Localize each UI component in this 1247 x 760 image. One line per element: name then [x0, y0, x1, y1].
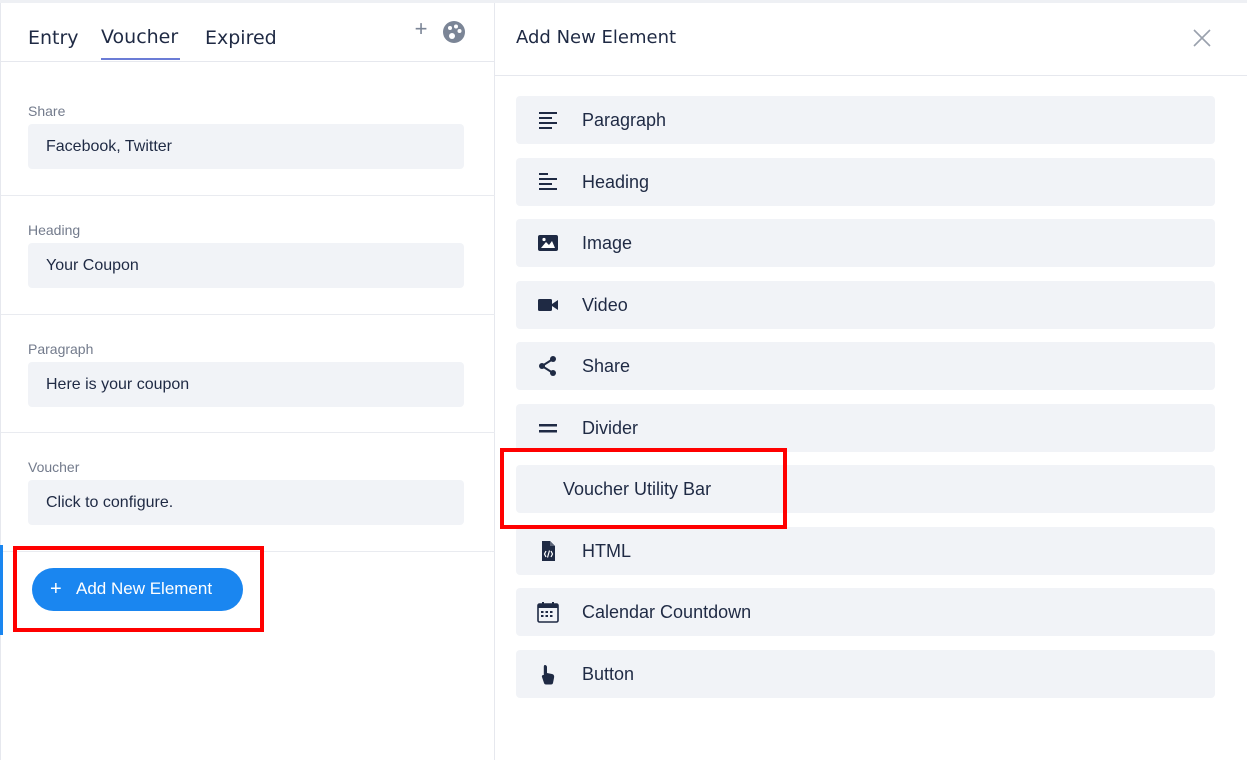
tab-entry[interactable]: Entry [28, 16, 79, 60]
element-label: Button [582, 664, 635, 684]
active-indicator [0, 545, 3, 635]
tab-voucher[interactable]: Voucher [101, 16, 180, 60]
highlight-frame [500, 448, 787, 529]
divider-icon [537, 417, 559, 439]
element-label: Video [582, 295, 628, 315]
add-new-element-label: Add New Element [76, 579, 213, 598]
element-button[interactable]: Button [516, 650, 1215, 698]
heading-section: Heading Your Coupon [1, 196, 495, 315]
element-html[interactable]: HTML [516, 527, 1215, 575]
element-image[interactable]: Image [516, 219, 1215, 267]
element-label: HTML [582, 541, 631, 561]
image-icon [537, 232, 559, 254]
voucher-field[interactable]: Click to configure. [28, 480, 464, 525]
close-icon[interactable] [1191, 27, 1213, 49]
element-label: Calendar Countdown [582, 602, 752, 622]
add-new-element-button[interactable]: + Add New Element [32, 568, 243, 611]
dialog-title: Add New Element [516, 27, 677, 48]
element-calendar-countdown[interactable]: Calendar Countdown [516, 588, 1215, 636]
tab-bar: Entry Voucher Expired + [1, 3, 495, 62]
element-video[interactable]: Video [516, 281, 1215, 329]
plus-icon: + [50, 578, 62, 600]
voucher-section: Voucher Click to configure. [1, 433, 495, 552]
element-label: Divider [582, 418, 639, 438]
dialog-header: Add New Element [495, 3, 1247, 76]
voucher-label: Voucher [28, 459, 80, 475]
heading-label: Heading [28, 222, 81, 238]
paragraph-field[interactable]: Here is your coupon [28, 362, 464, 407]
palette-icon[interactable] [442, 20, 466, 44]
paragraph-section: Paragraph Here is your coupon [1, 315, 495, 433]
share-label: Share [28, 103, 66, 119]
element-divider[interactable]: Divider [516, 404, 1215, 452]
add-element-dialog: Add New Element Paragraph Heading Image … [495, 3, 1247, 760]
tab-expired[interactable]: Expired [205, 16, 277, 60]
heading-field[interactable]: Your Coupon [28, 243, 464, 288]
paragraph-icon [537, 109, 559, 131]
html-file-icon [537, 540, 559, 562]
pointer-hand-icon [537, 663, 559, 685]
calendar-icon [537, 601, 559, 623]
left-panel: Entry Voucher Expired + Share Facebook, … [0, 3, 495, 760]
heading-icon [537, 171, 559, 193]
element-paragraph[interactable]: Paragraph [516, 96, 1215, 144]
share-section: Share Facebook, Twitter [1, 62, 495, 196]
paragraph-label: Paragraph [28, 341, 94, 357]
plus-icon[interactable]: + [411, 17, 431, 41]
video-icon [537, 294, 559, 316]
element-share[interactable]: Share [516, 342, 1215, 390]
element-label: Image [582, 233, 633, 253]
share-icon [537, 355, 559, 377]
share-field[interactable]: Facebook, Twitter [28, 124, 464, 169]
element-heading[interactable]: Heading [516, 158, 1215, 206]
element-label: Heading [582, 172, 650, 192]
element-label: Share [582, 356, 631, 376]
element-label: Paragraph [582, 110, 667, 130]
